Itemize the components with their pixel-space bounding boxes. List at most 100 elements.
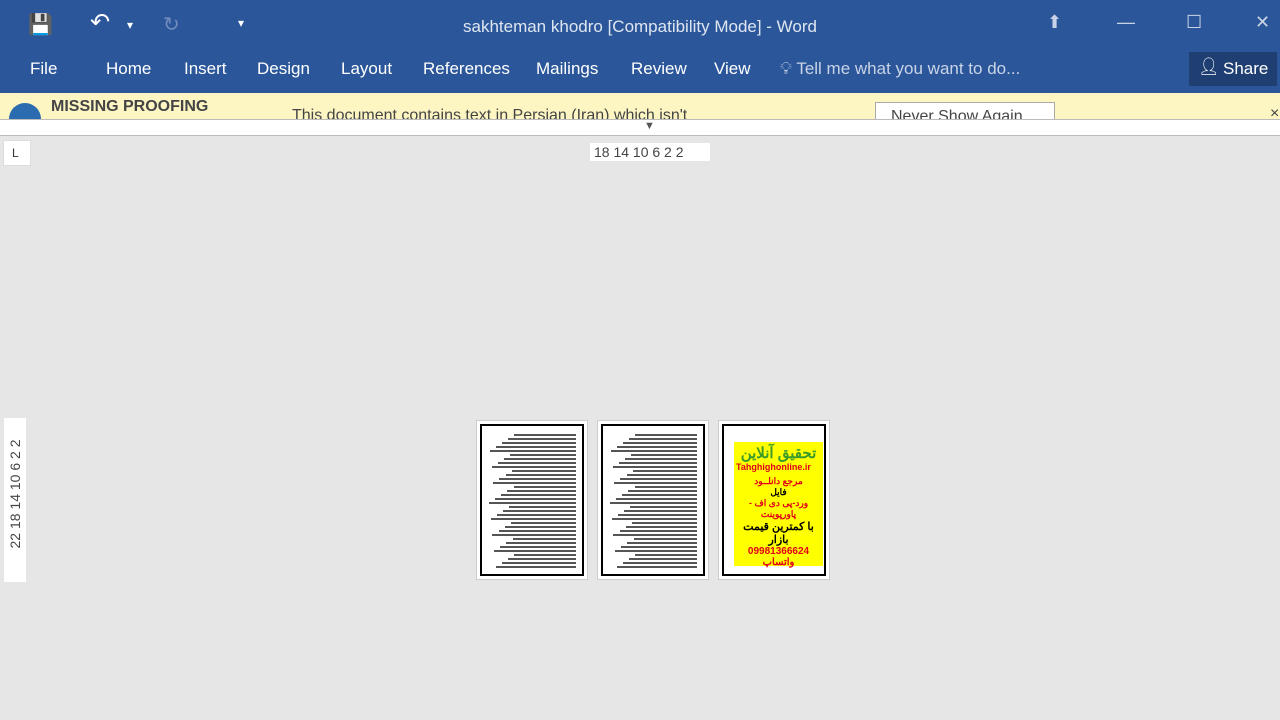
message-close-icon[interactable]: ×	[1270, 105, 1279, 119]
text-line	[633, 538, 697, 540]
text-line	[505, 474, 576, 476]
text-line	[631, 454, 697, 456]
text-line	[620, 478, 697, 480]
text-line	[497, 462, 576, 464]
text-line	[628, 490, 697, 492]
message-text: This document contains text in Persian (…	[292, 107, 688, 119]
text-line	[616, 566, 697, 568]
expand-ribbon-icon[interactable]: ▼	[644, 120, 655, 132]
text-line	[498, 530, 576, 532]
text-line	[618, 462, 697, 464]
text-line	[501, 494, 576, 496]
info-icon	[9, 103, 41, 119]
ad-title: تحقیق آنلاین	[740, 445, 817, 462]
ad-line: ورد-پی دی اف - پاورپوینت	[748, 498, 809, 519]
text-line	[613, 534, 697, 536]
window-title: sakhteman khodro [Compatibility Mode] - …	[462, 17, 817, 36]
text-line	[496, 514, 576, 516]
tab-insert[interactable]: Insert	[184, 59, 227, 79]
tab-file[interactable]: File	[30, 59, 57, 79]
tab-home[interactable]: Home	[106, 59, 151, 79]
text-line	[614, 482, 697, 484]
minimize-icon[interactable]: —	[1117, 12, 1135, 33]
text-line	[624, 458, 697, 460]
ad-line: مرجع دانلــود	[754, 476, 803, 486]
close-icon[interactable]: ✕	[1255, 12, 1270, 33]
text-line	[492, 534, 576, 536]
text-line	[510, 522, 576, 524]
text-line	[490, 518, 576, 520]
text-line	[629, 438, 697, 440]
text-line	[615, 550, 697, 552]
text-line	[511, 470, 576, 472]
message-bar: MISSING PROOFING This document contains …	[0, 93, 1280, 119]
ad-site: Tahghighonline.ir	[736, 462, 811, 472]
text-line	[631, 522, 697, 524]
text-line	[612, 466, 697, 468]
vertical-ruler[interactable]: 22 18 14 10 6 2 2	[4, 418, 26, 582]
title-bar: 💾 ↶ ▾ ↻ ▾ sakhteman khodro [Compatibilit…	[0, 0, 1280, 50]
text-line	[635, 434, 697, 436]
person-icon: 👤︎	[1198, 57, 1220, 76]
page-thumbnail-3[interactable]: تحقیق آنلاین Tahghighonline.ir مرجع دانل…	[718, 420, 830, 580]
ribbon-display-icon[interactable]: ⬆	[1047, 12, 1062, 33]
text-line	[622, 494, 697, 496]
never-show-again-button[interactable]: Never Show Again	[875, 102, 1055, 119]
message-title: MISSING PROOFING	[51, 98, 209, 115]
text-line	[510, 454, 576, 456]
page-text-lines	[480, 424, 584, 576]
tab-references[interactable]: References	[423, 59, 510, 79]
ad-line: با کمترین قیمت بازار	[743, 521, 814, 546]
text-line	[635, 554, 697, 556]
text-line	[630, 506, 697, 508]
text-line	[499, 478, 576, 480]
tell-me-input[interactable]: 💡︎ Tell me what you want to do...	[780, 59, 1020, 79]
share-label: Share	[1223, 59, 1269, 78]
text-line	[611, 518, 697, 520]
tab-review[interactable]: Review	[631, 59, 687, 79]
text-line	[617, 514, 697, 516]
page-thumbnail-1[interactable]	[476, 420, 588, 580]
text-line	[514, 434, 576, 436]
text-line	[495, 498, 576, 500]
page-thumbnail-2[interactable]	[597, 420, 709, 580]
text-line	[625, 526, 697, 528]
text-line	[623, 442, 697, 444]
text-line	[489, 450, 576, 452]
text-line	[502, 562, 576, 564]
tab-mailings[interactable]: Mailings	[536, 59, 598, 79]
page-border: تحقیق آنلاین Tahghighonline.ir مرجع دانل…	[722, 424, 826, 576]
tab-selector[interactable]: L	[3, 140, 31, 166]
page-text-lines	[601, 424, 705, 576]
text-line	[491, 466, 576, 468]
tab-layout[interactable]: Layout	[341, 59, 392, 79]
text-line	[623, 510, 697, 512]
text-line	[621, 546, 697, 548]
text-line	[610, 450, 697, 452]
text-line	[493, 482, 576, 484]
vertical-ruler-numbers: 22 18 14 10 6 2 2	[7, 439, 23, 549]
text-line	[502, 510, 576, 512]
text-line	[495, 566, 576, 568]
tab-view[interactable]: View	[714, 59, 751, 79]
ribbon-tabs: File Home Insert Design Layout Reference…	[0, 50, 1280, 93]
share-button[interactable]: 👤︎ Share	[1189, 52, 1277, 86]
text-line	[629, 558, 697, 560]
text-line	[503, 458, 576, 460]
maximize-icon[interactable]: ☐	[1186, 12, 1202, 33]
tab-design[interactable]: Design	[257, 59, 310, 79]
advertisement-image: تحقیق آنلاین Tahghighonline.ir مرجع دانل…	[734, 442, 823, 568]
tell-me-text: Tell me what you want to do...	[796, 59, 1021, 78]
text-line	[488, 502, 576, 504]
text-line	[495, 446, 576, 448]
text-line	[623, 562, 697, 564]
text-line	[616, 446, 697, 448]
lightbulb-icon: 💡︎	[780, 59, 792, 78]
text-line	[619, 530, 697, 532]
text-line	[500, 546, 576, 548]
horizontal-ruler[interactable]: 18 14 10 6 2 2	[590, 143, 710, 161]
text-line	[494, 550, 576, 552]
text-line	[506, 542, 576, 544]
ad-line: 09981366624 واتساپ	[747, 546, 810, 568]
text-line	[627, 542, 697, 544]
